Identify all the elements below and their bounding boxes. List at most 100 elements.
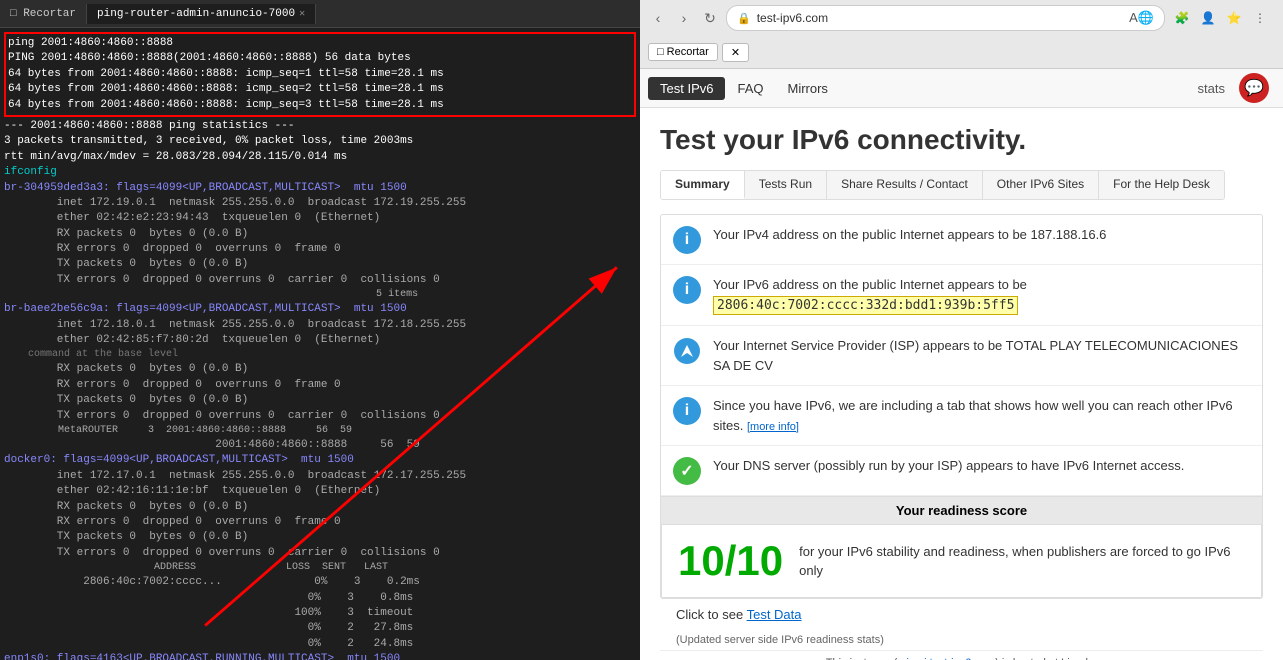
readiness-title: Your readiness score <box>896 503 1027 518</box>
term-line: inet 172.19.0.1 netmask 255.255.0.0 broa… <box>4 196 636 211</box>
dns-info-text: Your DNS server (possibly run by your IS… <box>713 456 1250 476</box>
info-row-dns: ✓ Your DNS server (possibly run by your … <box>661 446 1262 496</box>
info-row-isp: Your Internet Service Provider (ISP) app… <box>661 326 1262 386</box>
term-line: TX errors 0 dropped 0 overruns 0 carrier… <box>4 546 636 561</box>
profile-icon[interactable]: 👤 <box>1197 7 1219 29</box>
site-navigation: Test IPv6 FAQ Mirrors stats 💬 <box>640 69 1283 108</box>
term-line: 64 bytes from 2001:4860:4860::8888: icmp… <box>8 82 632 97</box>
term-line: br-304959ded3a3: flags=4099<UP,BROADCAST… <box>4 181 636 196</box>
tab-tests-run[interactable]: Tests Run <box>745 171 827 199</box>
tab-share-results[interactable]: Share Results / Contact <box>827 171 983 199</box>
term-line: TX errors 0 dropped 0 overruns 0 carrier… <box>4 273 636 288</box>
updated-text: (Updated server side IPv6 readiness stat… <box>660 630 1263 650</box>
ipv6-address-highlight: 2806:40c:7002:cccc:332d:bdd1:939b:5ff5 <box>713 296 1018 315</box>
term-line: 64 bytes from 2001:4860:4860::8888: icmp… <box>8 98 632 113</box>
term-line: TX packets 0 bytes 0 (0.0 B) <box>4 530 636 545</box>
nav-faq[interactable]: FAQ <box>725 77 775 100</box>
recortar-label: Recortar <box>667 46 709 58</box>
close-toolbar-btn[interactable]: ✕ <box>722 43 749 62</box>
nav-stats[interactable]: stats <box>1188 77 1235 100</box>
browser-top-bar: ‹ › ↻ 🔒 test-ipv6.com A🌐 🧩 👤 ⭐ ⋮ <box>640 0 1283 36</box>
terminal-panel: □ Recortar ping-router-admin-anuncio-700… <box>0 0 640 660</box>
info-icon-blue-2: i <box>673 276 701 304</box>
ping-tab-label: ping-router-admin-anuncio-7000 <box>97 8 295 20</box>
nav-faq-label: FAQ <box>737 81 763 96</box>
term-line: TX packets 0 bytes 0 (0.0 B) <box>4 257 636 272</box>
term-line: TX errors 0 dropped 0 overruns 0 carrier… <box>4 409 636 424</box>
stats-label: stats <box>1198 81 1225 96</box>
browser-toolbar: □ Recortar ✕ <box>640 36 1283 68</box>
term-line: 0% 2 27.8ms <box>4 621 636 636</box>
info-icon-red-arrow <box>673 337 701 365</box>
term-line: 64 bytes from 2001:4860:4860::8888: icmp… <box>8 67 632 82</box>
term-line: 0% 2 24.8ms <box>4 637 636 652</box>
readiness-header: Your readiness score <box>661 496 1262 525</box>
term-line: 0% 3 0.8ms <box>4 591 636 606</box>
browser-chrome: ‹ › ↻ 🔒 test-ipv6.com A🌐 🧩 👤 ⭐ ⋮ □ Recor… <box>640 0 1283 69</box>
ipv6-tab-info-text: Since you have IPv6, we are including a … <box>713 396 1250 435</box>
address-text: test-ipv6.com <box>757 11 1123 25</box>
translate-icon: A🌐 <box>1129 10 1154 26</box>
term-line: RX packets 0 bytes 0 (0.0 B) <box>4 227 636 242</box>
nav-mirrors-label: Mirrors <box>787 81 827 96</box>
test-data-section: Click to see Test Data <box>660 599 1263 630</box>
term-line: ether 02:42:16:11:1e:bf txqueuelen 0 (Et… <box>4 484 636 499</box>
tab-share-results-label: Share Results / Contact <box>841 177 968 191</box>
term-line: 5 items <box>4 288 636 302</box>
address-bar[interactable]: 🔒 test-ipv6.com A🌐 <box>726 5 1165 31</box>
tab-help-desk[interactable]: For the Help Desk <box>1099 171 1224 199</box>
close-tab-btn[interactable]: ✕ <box>299 8 305 20</box>
nav-test-ipv6[interactable]: Test IPv6 <box>648 77 725 100</box>
extensions-icon[interactable]: 🧩 <box>1171 7 1193 29</box>
term-line: RX packets 0 bytes 0 (0.0 B) <box>4 362 636 377</box>
browser-icon-group: 🧩 👤 ⭐ ⋮ <box>1171 7 1275 29</box>
terminal-tab-bar: □ Recortar ping-router-admin-anuncio-700… <box>0 0 640 28</box>
browser-panel: ‹ › ↻ 🔒 test-ipv6.com A🌐 🧩 👤 ⭐ ⋮ □ Recor… <box>640 0 1283 660</box>
security-lock-icon: 🔒 <box>737 12 751 25</box>
score-row: 10/10 for your IPv6 stability and readin… <box>661 525 1262 598</box>
terminal-tab-ping[interactable]: ping-router-admin-anuncio-7000 ✕ <box>87 4 316 24</box>
ping-output-box: ping 2001:4860:4860::8888 PING 2001:4860… <box>4 32 636 117</box>
info-row-ipv6: i Your IPv6 address on the public Intern… <box>661 265 1262 326</box>
isp-info-text: Your Internet Service Provider (ISP) app… <box>713 336 1250 375</box>
tab-summary[interactable]: Summary <box>661 171 745 199</box>
term-line: enp1s0: flags=4163<UP,BROADCAST,RUNNING,… <box>4 652 636 660</box>
forward-button[interactable]: › <box>674 8 694 28</box>
term-line: ether 02:42:e2:23:94:43 txqueuelen 0 (Et… <box>4 211 636 226</box>
info-row-ipv4: i Your IPv4 address on the public Intern… <box>661 215 1262 265</box>
nav-mirrors[interactable]: Mirrors <box>775 77 839 100</box>
recortar-toolbar-btn[interactable]: □ Recortar <box>648 43 718 61</box>
page-title: Test your IPv6 connectivity. <box>660 124 1263 156</box>
recortar-tab-label: □ Recortar <box>10 8 76 20</box>
term-line: PING 2001:4860:4860::8888(2001:4860:4860… <box>8 51 632 66</box>
info-icon-blue-3: i <box>673 397 701 425</box>
term-line: RX packets 0 bytes 0 (0.0 B) <box>4 500 636 515</box>
term-line: RX errors 0 dropped 0 overruns 0 frame 0 <box>4 242 636 257</box>
settings-icon[interactable]: ⋮ <box>1249 7 1271 29</box>
tab-other-sites[interactable]: Other IPv6 Sites <box>983 171 1099 199</box>
terminal-tab-recortar[interactable]: □ Recortar <box>0 4 87 24</box>
term-line: RX errors 0 dropped 0 overruns 0 frame 0 <box>4 515 636 530</box>
chat-button-container: 💬 <box>1235 73 1275 103</box>
term-line: br-baee2be56c9a: flags=4099<UP,BROADCAST… <box>4 302 636 317</box>
term-line: 3 packets transmitted, 3 received, 0% pa… <box>4 134 636 149</box>
score-description: for your IPv6 stability and readiness, w… <box>799 542 1245 581</box>
term-line: ether 02:42:85:f7:80:2d txqueuelen 0 (Et… <box>4 333 636 348</box>
reload-button[interactable]: ↻ <box>700 8 720 28</box>
term-line: 2001:4860:4860::8888 56 59 <box>4 438 636 453</box>
term-line: ADDRESS LOSS SENT LAST <box>4 561 636 575</box>
ipv4-info-text: Your IPv4 address on the public Internet… <box>713 225 1250 245</box>
term-line: command at the base level <box>4 348 636 362</box>
nav-test-ipv6-label: Test IPv6 <box>660 81 713 96</box>
terminal-content: ping 2001:4860:4860::8888 PING 2001:4860… <box>0 28 640 660</box>
score-number: 10/10 <box>678 537 783 585</box>
bookmark-icon[interactable]: ⭐ <box>1223 7 1245 29</box>
chat-button[interactable]: 💬 <box>1239 73 1269 103</box>
term-line: rtt min/avg/max/mdev = 28.083/28.094/28.… <box>4 150 636 165</box>
back-button[interactable]: ‹ <box>648 8 668 28</box>
content-tabs: Summary Tests Run Share Results / Contac… <box>660 170 1225 200</box>
term-line: ifconfig <box>4 165 636 180</box>
info-icon-blue-1: i <box>673 226 701 254</box>
test-data-link[interactable]: Test Data <box>747 607 802 622</box>
more-info-link[interactable]: [more info] <box>747 421 799 433</box>
